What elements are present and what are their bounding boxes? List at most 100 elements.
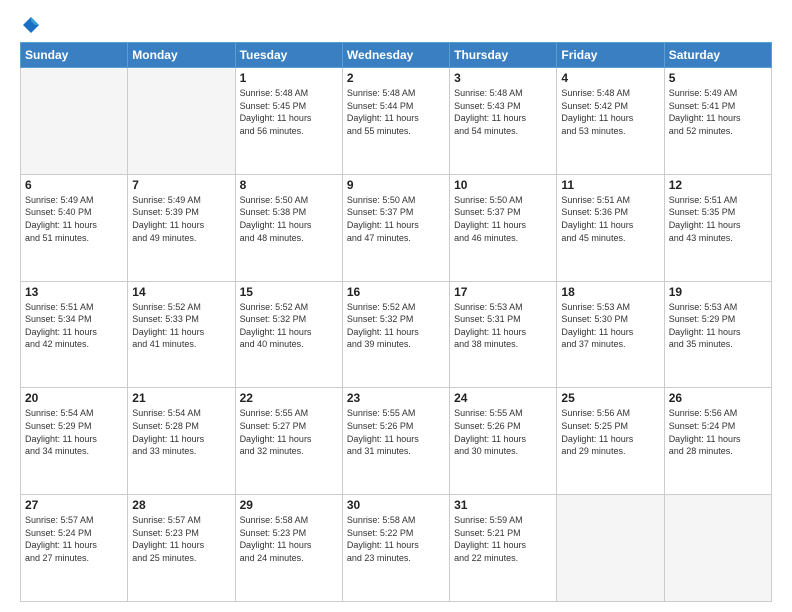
- header: [20, 16, 772, 34]
- day-number: 8: [240, 178, 338, 192]
- weekday-header-saturday: Saturday: [664, 43, 771, 68]
- day-number: 11: [561, 178, 659, 192]
- day-number: 28: [132, 498, 230, 512]
- weekday-header-friday: Friday: [557, 43, 664, 68]
- day-number: 22: [240, 391, 338, 405]
- day-number: 18: [561, 285, 659, 299]
- calendar-cell: 14 Sunrise: 5:52 AM Sunset: 5:33 PM Dayli…: [128, 281, 235, 388]
- calendar-cell: 24 Sunrise: 5:55 AM Sunset: 5:26 PM Dayli…: [450, 388, 557, 495]
- day-number: 14: [132, 285, 230, 299]
- calendar-cell: 1 Sunrise: 5:48 AM Sunset: 5:45 PM Daylig…: [235, 68, 342, 175]
- week-row-4: 20 Sunrise: 5:54 AM Sunset: 5:29 PM Dayli…: [21, 388, 772, 495]
- day-number: 23: [347, 391, 445, 405]
- day-number: 19: [669, 285, 767, 299]
- calendar-cell: 5Sunrise: 5:49 AM Sunset: 5:41 PM Daylig…: [664, 68, 771, 175]
- day-number: 17: [454, 285, 552, 299]
- day-info: Sunrise: 5:49 AM Sunset: 5:41 PM Dayligh…: [669, 87, 767, 137]
- calendar-cell: [557, 495, 664, 602]
- calendar-cell: 10Sunrise: 5:50 AM Sunset: 5:37 PM Dayli…: [450, 174, 557, 281]
- day-number: 3: [454, 71, 552, 85]
- calendar-cell: 23 Sunrise: 5:55 AM Sunset: 5:26 PM Dayli…: [342, 388, 449, 495]
- day-number: 20: [25, 391, 123, 405]
- calendar-cell: 28 Sunrise: 5:57 AM Sunset: 5:23 PM Dayli…: [128, 495, 235, 602]
- day-info: Sunrise: 5:50 AM Sunset: 5:38 PM Dayligh…: [240, 194, 338, 244]
- day-info: Sunrise: 5:52 AM Sunset: 5:32 PM Dayligh…: [240, 301, 338, 351]
- day-info: Sunrise: 5:50 AM Sunset: 5:37 PM Dayligh…: [454, 194, 552, 244]
- day-number: 7: [132, 178, 230, 192]
- day-number: 16: [347, 285, 445, 299]
- day-number: 12: [669, 178, 767, 192]
- day-number: 1: [240, 71, 338, 85]
- logo: [20, 16, 40, 34]
- day-info: Sunrise: 5:51 AM Sunset: 5:36 PM Dayligh…: [561, 194, 659, 244]
- weekday-header-thursday: Thursday: [450, 43, 557, 68]
- day-number: 29: [240, 498, 338, 512]
- week-row-3: 13 Sunrise: 5:51 AM Sunset: 5:34 PM Dayli…: [21, 281, 772, 388]
- calendar-cell: 22 Sunrise: 5:55 AM Sunset: 5:27 PM Dayli…: [235, 388, 342, 495]
- calendar-cell: 6 Sunrise: 5:49 AM Sunset: 5:40 PM Daylig…: [21, 174, 128, 281]
- day-info: Sunrise: 5:56 AM Sunset: 5:25 PM Dayligh…: [561, 407, 659, 457]
- day-number: 13: [25, 285, 123, 299]
- calendar-cell: 11 Sunrise: 5:51 AM Sunset: 5:36 PM Dayli…: [557, 174, 664, 281]
- day-info: Sunrise: 5:53 AM Sunset: 5:31 PM Dayligh…: [454, 301, 552, 351]
- day-info: Sunrise: 5:48 AM Sunset: 5:43 PM Dayligh…: [454, 87, 552, 137]
- weekday-header-wednesday: Wednesday: [342, 43, 449, 68]
- calendar-cell: 7Sunrise: 5:49 AM Sunset: 5:39 PM Daylig…: [128, 174, 235, 281]
- day-info: Sunrise: 5:53 AM Sunset: 5:29 PM Dayligh…: [669, 301, 767, 351]
- day-number: 26: [669, 391, 767, 405]
- calendar-cell: 4Sunrise: 5:48 AM Sunset: 5:42 PM Daylig…: [557, 68, 664, 175]
- day-number: 9: [347, 178, 445, 192]
- day-info: Sunrise: 5:54 AM Sunset: 5:28 PM Dayligh…: [132, 407, 230, 457]
- calendar-cell: [664, 495, 771, 602]
- day-info: Sunrise: 5:58 AM Sunset: 5:23 PM Dayligh…: [240, 514, 338, 564]
- weekday-header-tuesday: Tuesday: [235, 43, 342, 68]
- day-info: Sunrise: 5:52 AM Sunset: 5:32 PM Dayligh…: [347, 301, 445, 351]
- calendar-cell: 21 Sunrise: 5:54 AM Sunset: 5:28 PM Dayli…: [128, 388, 235, 495]
- day-info: Sunrise: 5:57 AM Sunset: 5:24 PM Dayligh…: [25, 514, 123, 564]
- day-info: Sunrise: 5:56 AM Sunset: 5:24 PM Dayligh…: [669, 407, 767, 457]
- calendar-cell: 27 Sunrise: 5:57 AM Sunset: 5:24 PM Dayli…: [21, 495, 128, 602]
- day-number: 21: [132, 391, 230, 405]
- logo-icon: [22, 16, 40, 34]
- day-info: Sunrise: 5:57 AM Sunset: 5:23 PM Dayligh…: [132, 514, 230, 564]
- week-row-2: 6 Sunrise: 5:49 AM Sunset: 5:40 PM Daylig…: [21, 174, 772, 281]
- day-info: Sunrise: 5:51 AM Sunset: 5:35 PM Dayligh…: [669, 194, 767, 244]
- day-info: Sunrise: 5:58 AM Sunset: 5:22 PM Dayligh…: [347, 514, 445, 564]
- day-info: Sunrise: 5:55 AM Sunset: 5:26 PM Dayligh…: [454, 407, 552, 457]
- day-info: Sunrise: 5:53 AM Sunset: 5:30 PM Dayligh…: [561, 301, 659, 351]
- day-info: Sunrise: 5:49 AM Sunset: 5:40 PM Dayligh…: [25, 194, 123, 244]
- day-info: Sunrise: 5:55 AM Sunset: 5:26 PM Dayligh…: [347, 407, 445, 457]
- day-number: 15: [240, 285, 338, 299]
- calendar-header-row: SundayMondayTuesdayWednesdayThursdayFrid…: [21, 43, 772, 68]
- day-number: 24: [454, 391, 552, 405]
- calendar-cell: 12 Sunrise: 5:51 AM Sunset: 5:35 PM Dayli…: [664, 174, 771, 281]
- page: SundayMondayTuesdayWednesdayThursdayFrid…: [0, 0, 792, 612]
- day-info: Sunrise: 5:48 AM Sunset: 5:45 PM Dayligh…: [240, 87, 338, 137]
- day-info: Sunrise: 5:48 AM Sunset: 5:42 PM Dayligh…: [561, 87, 659, 137]
- calendar-cell: 3 Sunrise: 5:48 AM Sunset: 5:43 PM Daylig…: [450, 68, 557, 175]
- day-number: 27: [25, 498, 123, 512]
- calendar-cell: 8 Sunrise: 5:50 AM Sunset: 5:38 PM Daylig…: [235, 174, 342, 281]
- calendar-cell: 13 Sunrise: 5:51 AM Sunset: 5:34 PM Dayli…: [21, 281, 128, 388]
- day-number: 6: [25, 178, 123, 192]
- day-info: Sunrise: 5:52 AM Sunset: 5:33 PM Dayligh…: [132, 301, 230, 351]
- calendar-cell: 29 Sunrise: 5:58 AM Sunset: 5:23 PM Dayli…: [235, 495, 342, 602]
- calendar-cell: [128, 68, 235, 175]
- day-info: Sunrise: 5:54 AM Sunset: 5:29 PM Dayligh…: [25, 407, 123, 457]
- week-row-5: 27 Sunrise: 5:57 AM Sunset: 5:24 PM Dayli…: [21, 495, 772, 602]
- day-number: 25: [561, 391, 659, 405]
- day-info: Sunrise: 5:55 AM Sunset: 5:27 PM Dayligh…: [240, 407, 338, 457]
- calendar-cell: 2Sunrise: 5:48 AM Sunset: 5:44 PM Daylig…: [342, 68, 449, 175]
- calendar-cell: 20 Sunrise: 5:54 AM Sunset: 5:29 PM Dayli…: [21, 388, 128, 495]
- calendar-cell: 9 Sunrise: 5:50 AM Sunset: 5:37 PM Daylig…: [342, 174, 449, 281]
- calendar-cell: [21, 68, 128, 175]
- week-row-1: 1 Sunrise: 5:48 AM Sunset: 5:45 PM Daylig…: [21, 68, 772, 175]
- day-number: 31: [454, 498, 552, 512]
- calendar-table: SundayMondayTuesdayWednesdayThursdayFrid…: [20, 42, 772, 602]
- day-info: Sunrise: 5:50 AM Sunset: 5:37 PM Dayligh…: [347, 194, 445, 244]
- day-info: Sunrise: 5:51 AM Sunset: 5:34 PM Dayligh…: [25, 301, 123, 351]
- calendar-cell: 26 Sunrise: 5:56 AM Sunset: 5:24 PM Dayli…: [664, 388, 771, 495]
- calendar-cell: 15 Sunrise: 5:52 AM Sunset: 5:32 PM Dayli…: [235, 281, 342, 388]
- calendar-cell: 31Sunrise: 5:59 AM Sunset: 5:21 PM Dayli…: [450, 495, 557, 602]
- calendar-cell: 16 Sunrise: 5:52 AM Sunset: 5:32 PM Dayli…: [342, 281, 449, 388]
